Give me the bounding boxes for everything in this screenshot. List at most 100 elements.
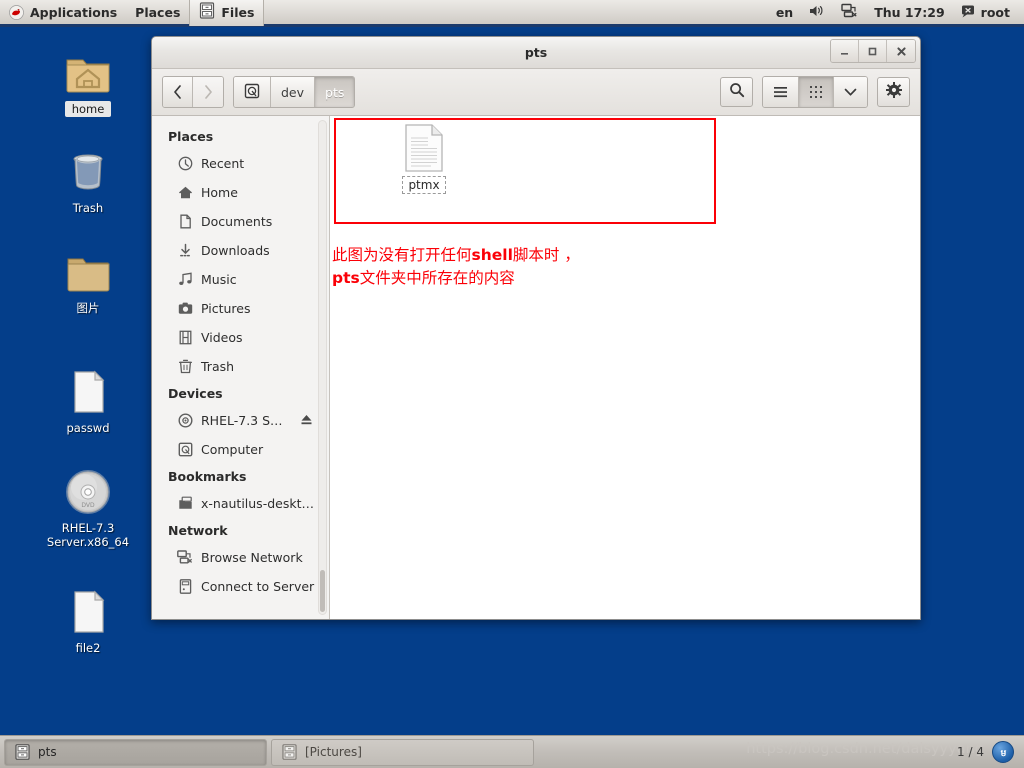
annotation-line2-bold: pts (332, 269, 360, 288)
sidebar-item-x-nautilus-desktop[interactable]: x-nautilus-deskt… (152, 489, 329, 518)
annotation-line1-pre: 此图为没有打开任何 (332, 246, 472, 264)
list-view-button[interactable] (763, 77, 799, 107)
search-icon (729, 82, 745, 102)
sidebar-item-label: Documents (201, 214, 273, 229)
desktop-icon-label: home (64, 101, 112, 118)
desktop-icon-passwd[interactable]: passwd (33, 368, 143, 435)
eject-icon[interactable] (300, 413, 313, 429)
breadcrumb-pts[interactable]: pts (315, 77, 355, 107)
desktop-icon-trash[interactable]: Trash (33, 148, 143, 215)
network-button[interactable] (839, 0, 860, 24)
sidebar-item-rhel-disc[interactable]: RHEL-7.3 S… (152, 406, 329, 435)
search-button[interactable] (720, 77, 753, 107)
user-label: root (980, 4, 1010, 20)
annotation-line1-post: 脚本时 ， (512, 246, 580, 264)
taskbar: pts [Pictures] https://blog.csdn.net/dai… (0, 735, 1024, 768)
folder-icon (64, 248, 112, 296)
file-item-ptmx[interactable]: ptmx (385, 124, 463, 194)
desktop-icon-home[interactable]: home (33, 48, 143, 118)
clock-icon (177, 156, 193, 172)
sidebar-item-downloads[interactable]: Downloads (152, 236, 329, 265)
taskbar-button-pictures[interactable]: [Pictures] (271, 738, 534, 766)
sidebar-item-computer[interactable]: Computer (152, 435, 329, 464)
sidebar-scrollbar-thumb[interactable] (320, 570, 325, 612)
view-switcher (762, 76, 868, 108)
clock[interactable]: Thu 17:29 (872, 0, 946, 24)
volume-button[interactable] (807, 0, 827, 24)
sidebar-item-label: Home (201, 185, 238, 200)
film-icon (177, 330, 193, 346)
home-icon (177, 185, 193, 201)
sidebar-item-label: Computer (201, 442, 264, 457)
sidebar-heading-devices: Devices (168, 386, 223, 401)
file-cabinet-icon (199, 2, 215, 22)
view-options-dropdown[interactable] (834, 77, 867, 107)
applications-menu[interactable]: Applications (0, 0, 126, 24)
places-label: Places (135, 4, 181, 20)
sidebar-item-browse-network[interactable]: Browse Network (152, 543, 329, 572)
speaker-icon (809, 4, 825, 21)
keyboard-layout-indicator[interactable]: en (774, 0, 795, 24)
settings-button[interactable] (877, 77, 910, 107)
sidebar-item-videos[interactable]: Videos (152, 323, 329, 352)
sidebar-item-recent[interactable]: Recent (152, 149, 329, 178)
sidebar-item-label: Videos (201, 330, 243, 345)
desktop-icon-label: Trash (72, 201, 104, 215)
breadcrumb-dev[interactable]: dev (271, 77, 316, 107)
places-menu[interactable]: Places (126, 0, 189, 24)
server-icon (177, 579, 193, 595)
document-icon (64, 368, 112, 416)
camera-icon (177, 301, 193, 317)
nav-buttons (162, 76, 224, 108)
sidebar-heading-network: Network (168, 523, 228, 538)
desktop-icon-file2[interactable]: file2 (33, 588, 143, 655)
grid-view-button[interactable] (799, 77, 834, 107)
user-menu[interactable]: root (959, 0, 1012, 24)
annotation-line-1: 此图为没有打开任何shell脚本时 ， (332, 244, 580, 267)
file-cabinet-icon (15, 744, 30, 760)
computer-icon (177, 442, 193, 458)
window-toolbar: dev pts (152, 69, 920, 116)
file-cabinet-icon (282, 744, 297, 760)
sidebar-item-home[interactable]: Home (152, 178, 329, 207)
breadcrumb-computer[interactable] (234, 77, 271, 107)
sidebar-item-pictures[interactable]: Pictures (152, 294, 329, 323)
music-note-icon (177, 272, 193, 288)
taskbar-button-pts[interactable]: pts (4, 738, 267, 766)
active-app-files[interactable]: Files (189, 0, 265, 26)
dvd-disc-icon: DVD (64, 468, 112, 516)
close-button[interactable] (887, 40, 915, 62)
sidebar-item-music[interactable]: Music (152, 265, 329, 294)
sidebar-item-label: Music (201, 272, 237, 287)
workspace-indicator[interactable]: 1 / 4 (957, 745, 984, 759)
watermark-text: https://blog.csdn.net/daisyyyang (746, 741, 984, 757)
window-titlebar[interactable]: pts (152, 37, 920, 69)
back-button[interactable] (163, 77, 193, 107)
trash-icon (64, 148, 112, 196)
remote-folder-icon (177, 496, 193, 512)
svg-text:DVD: DVD (81, 502, 95, 509)
file-manager-window: pts dev pts Places Recent Home Documents… (151, 36, 921, 620)
desktop-icon-pictures[interactable]: 图片 (33, 248, 143, 315)
redhat-logo-icon (9, 4, 24, 20)
sidebar-heading-bookmarks: Bookmarks (168, 469, 247, 484)
desktop-icon-label: file2 (75, 641, 101, 655)
network-icon (177, 550, 193, 566)
forward-button[interactable] (193, 77, 223, 107)
minimize-button[interactable] (831, 40, 859, 62)
sidebar-item-connect-to-server[interactable]: Connect to Server (152, 572, 329, 601)
maximize-button[interactable] (859, 40, 887, 62)
sidebar-heading-places: Places (168, 129, 214, 144)
clock-label: Thu 17:29 (874, 4, 945, 20)
home-folder-icon (64, 48, 112, 96)
sidebar-item-trash[interactable]: Trash (152, 352, 329, 381)
trash-icon (177, 359, 193, 375)
sidebar-item-documents[interactable]: Documents (152, 207, 329, 236)
annotation-text: 此图为没有打开任何shell脚本时 ， pts文件夹中所存在的内容 (332, 244, 580, 291)
file-list-area[interactable]: ptmx 此图为没有打开任何shell脚本时 ， pts文件夹中所存在的内容 (330, 116, 920, 619)
sidebar-scrollbar[interactable] (318, 120, 327, 615)
ibus-input-icon[interactable]: ម (992, 741, 1014, 763)
desktop-icon-rhel-dvd[interactable]: DVD RHEL-7.3 Server.x86_64 (33, 468, 143, 550)
taskbar-button-label: pts (38, 745, 57, 759)
applications-label: Applications (30, 4, 118, 20)
